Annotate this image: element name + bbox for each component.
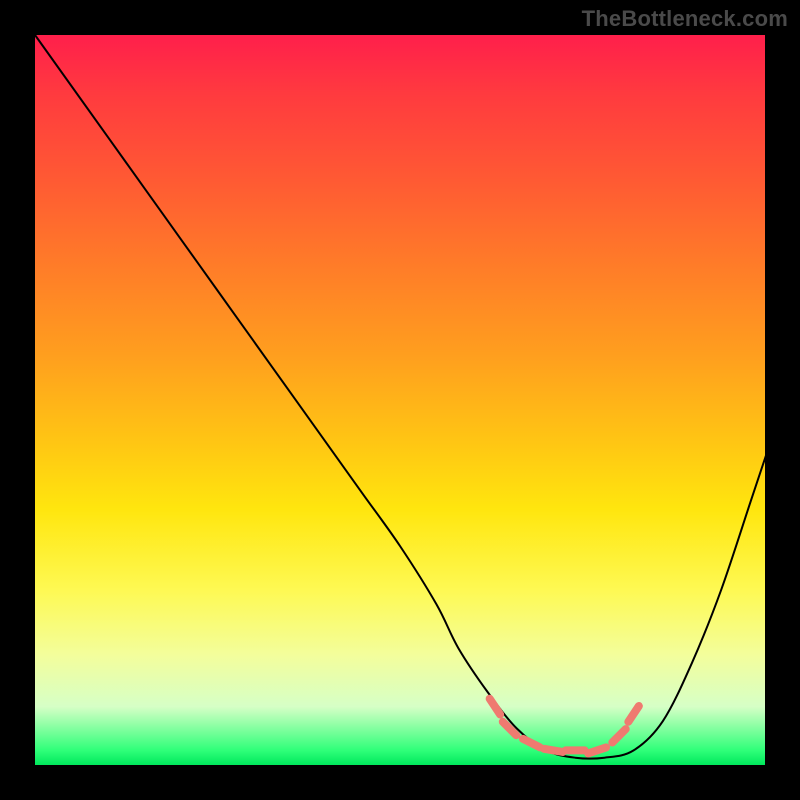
plot-area: [35, 35, 765, 765]
optimal-marker: [523, 739, 540, 747]
optimal-marker: [588, 747, 606, 753]
optimal-marker: [544, 749, 563, 752]
optimal-marker: [503, 722, 516, 735]
optimal-marker: [628, 706, 639, 722]
optimal-marker: [612, 729, 625, 742]
optimal-range-markers: [490, 699, 639, 754]
watermark-text: TheBottleneck.com: [582, 6, 788, 32]
optimal-marker: [490, 699, 501, 715]
chart-frame: TheBottleneck.com: [0, 0, 800, 800]
curve-line: [35, 35, 766, 759]
chart-svg: [35, 35, 765, 765]
bottleneck-curve: [35, 35, 766, 759]
